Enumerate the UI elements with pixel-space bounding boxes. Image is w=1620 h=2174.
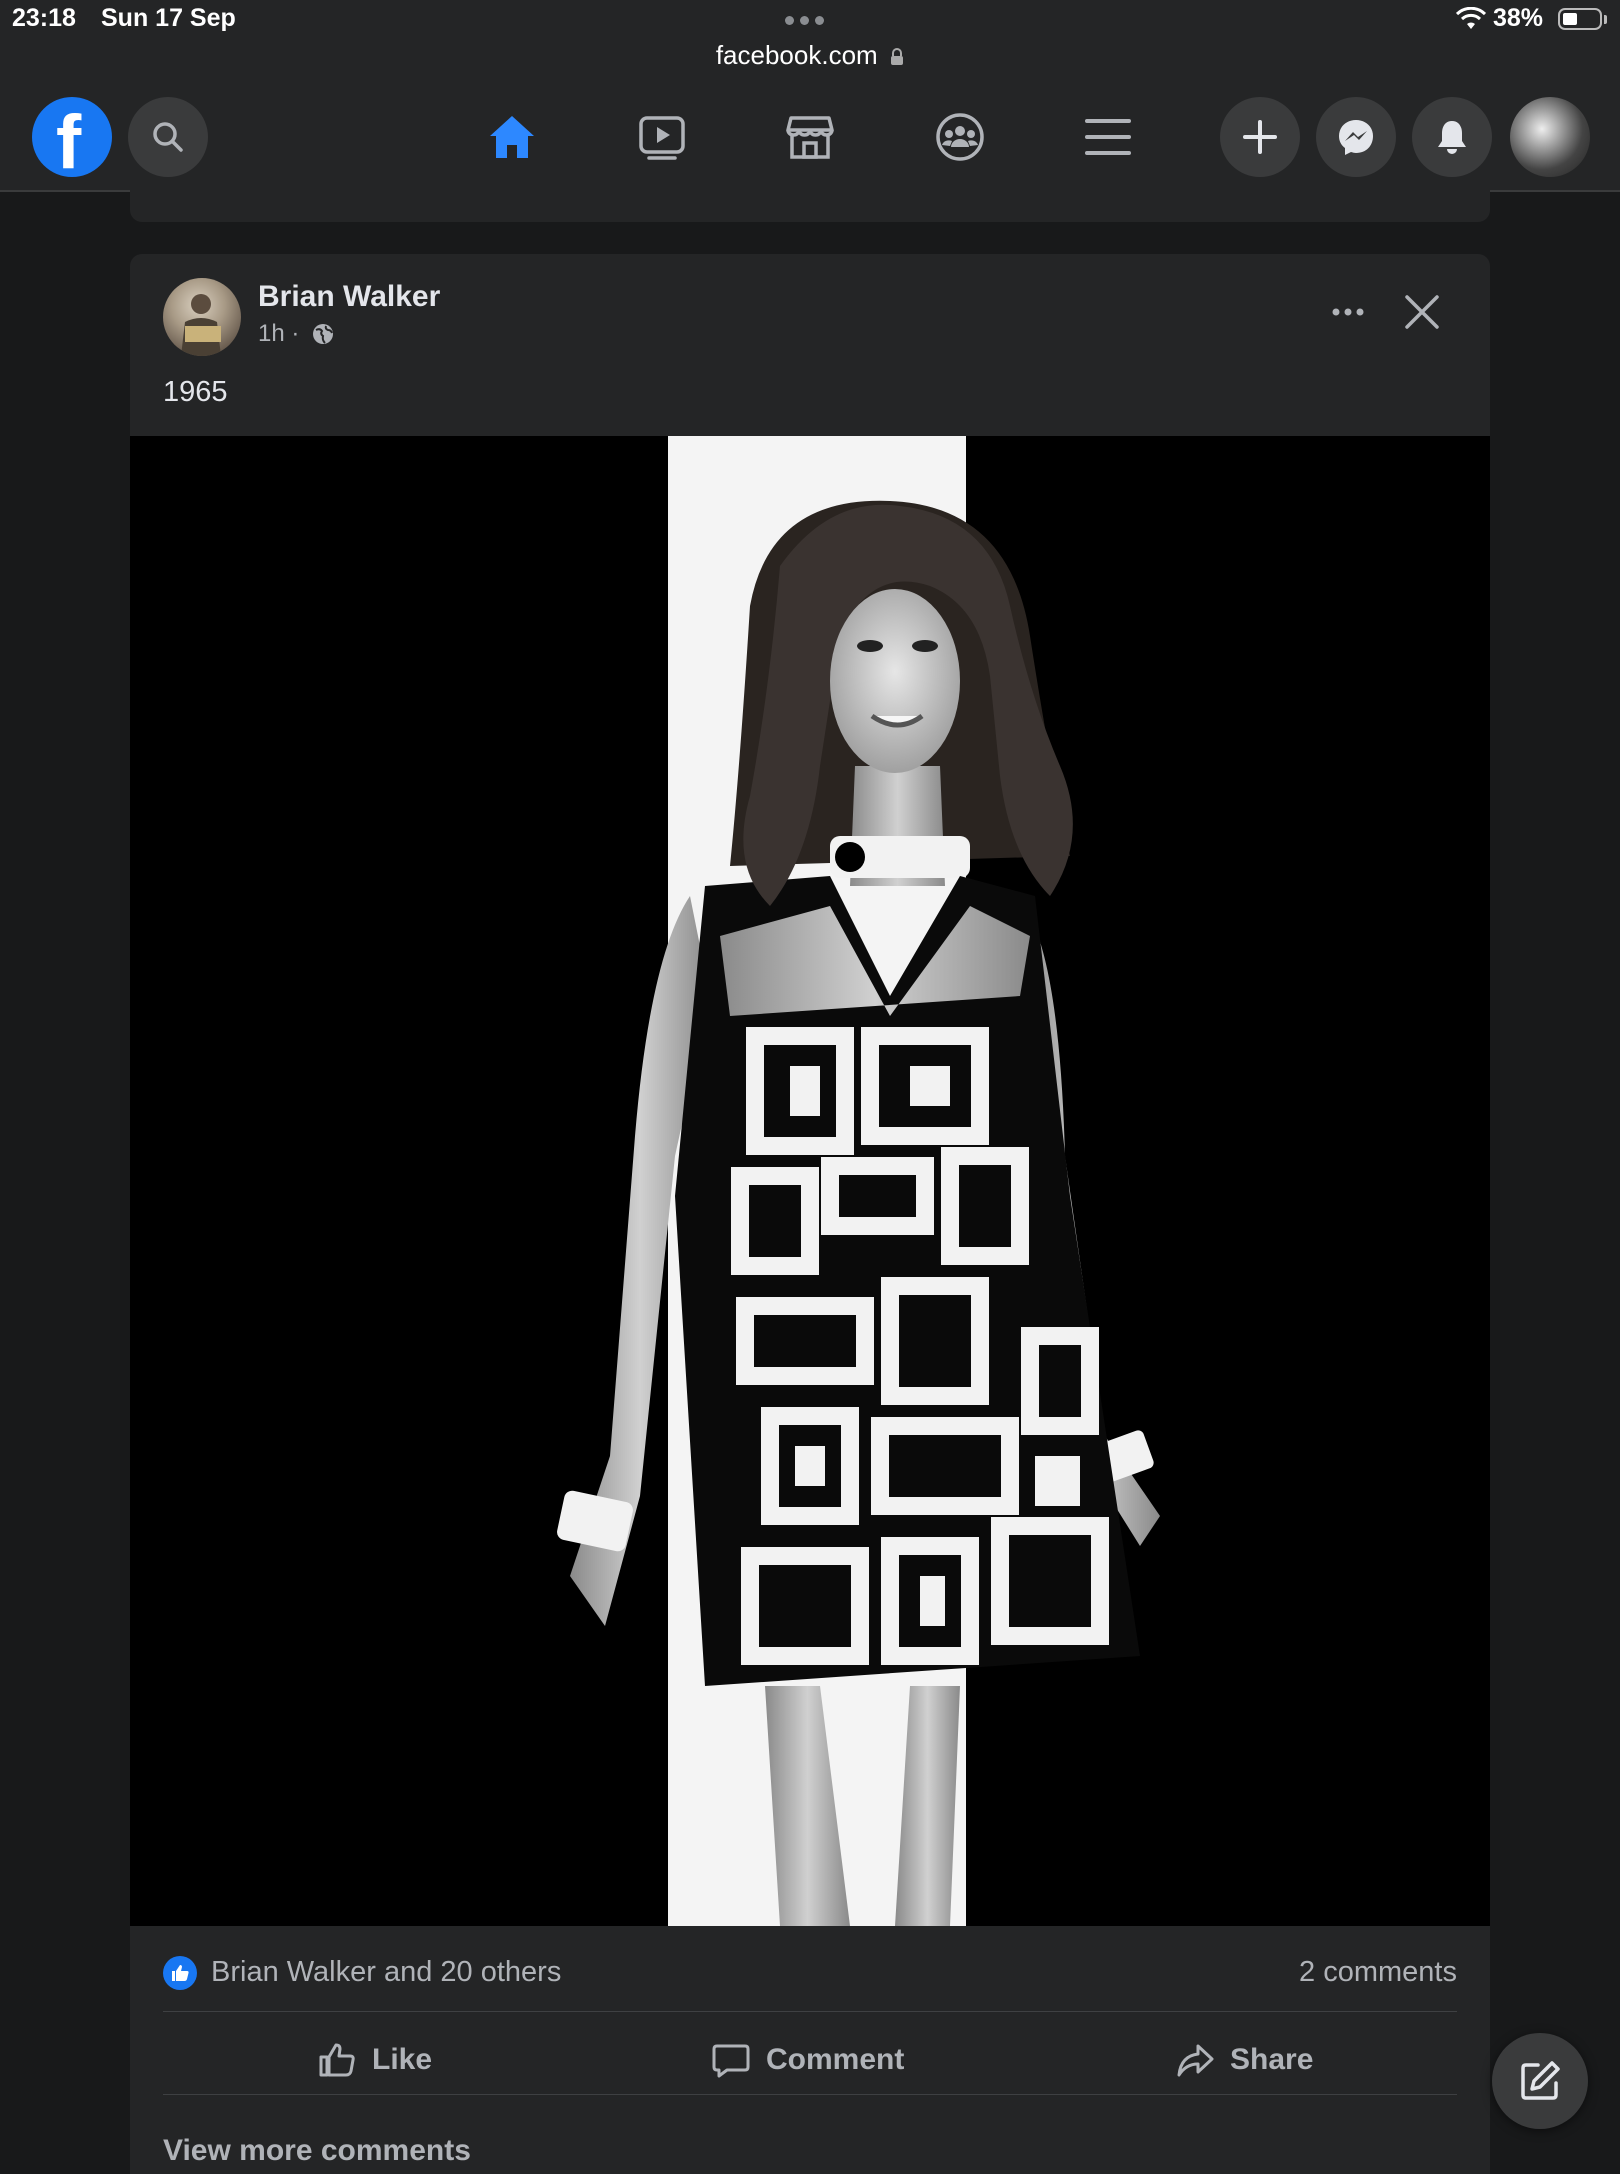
profile-avatar[interactable] (1510, 97, 1590, 177)
plus-icon (1243, 120, 1277, 154)
top-navbar: f (0, 78, 1620, 193)
share-icon (1177, 2044, 1214, 2077)
post-card: Brian Walker 1h · 1965 Brian Walker and … (130, 254, 1490, 2174)
url-bar[interactable]: facebook.com (0, 40, 1620, 78)
status-bar: 23:18 Sun 17 Sep 38% (0, 0, 1620, 44)
globe-icon (313, 324, 334, 344)
like-label: Like (372, 2043, 433, 2076)
search-button[interactable] (128, 97, 208, 177)
author-avatar-image (181, 294, 221, 356)
reactions-text[interactable]: Brian Walker and 20 others (211, 1956, 561, 1989)
lock-icon (891, 48, 904, 65)
author-avatar[interactable] (163, 278, 241, 356)
status-date: Sun 17 Sep (101, 4, 236, 32)
home-icon (490, 116, 534, 158)
share-button[interactable]: Share (1176, 2030, 1313, 2090)
tab-marketplace[interactable] (748, 90, 872, 180)
divider (163, 2011, 1457, 2012)
battery-nub (1604, 15, 1607, 24)
like-reaction-icon (163, 1956, 197, 1990)
view-more-comments-link[interactable]: View more comments (163, 2134, 471, 2168)
post-text: 1965 (163, 376, 228, 408)
tab-home[interactable] (450, 90, 574, 193)
notifications-button[interactable] (1412, 97, 1492, 177)
compose-button[interactable] (1492, 2033, 1588, 2129)
tab-menu[interactable] (1046, 90, 1170, 180)
comment-icon (712, 2044, 750, 2078)
facebook-logo-icon[interactable]: f (32, 97, 112, 185)
share-label: Share (1230, 2043, 1314, 2076)
battery-icon (1558, 8, 1602, 30)
more-options-icon[interactable] (1326, 290, 1370, 334)
post-photo[interactable] (130, 436, 1490, 1926)
post-author-name[interactable]: Brian Walker (258, 280, 440, 314)
shop-icon (786, 116, 834, 159)
tab-watch[interactable] (600, 90, 724, 180)
status-time: 23:18 (12, 4, 76, 32)
comment-label: Comment (766, 2043, 905, 2076)
create-button[interactable] (1220, 97, 1300, 177)
bell-icon (1438, 121, 1466, 154)
post-meta: 1h · (258, 320, 334, 348)
url-text[interactable]: facebook.com (716, 40, 878, 71)
groups-icon (936, 113, 984, 161)
hamburger-menu-icon (1085, 119, 1131, 155)
messenger-icon (1339, 120, 1373, 155)
previous-post-card (130, 180, 1490, 222)
tab-groups[interactable] (898, 90, 1022, 180)
like-button[interactable]: Like (318, 2030, 432, 2090)
post-photo-image (130, 436, 1490, 1926)
close-icon[interactable] (1400, 290, 1444, 334)
meta-separator: · (291, 320, 300, 347)
divider (163, 2094, 1457, 2095)
multitasking-dots-icon[interactable] (785, 12, 831, 25)
comment-button[interactable]: Comment (712, 2030, 904, 2090)
compose-icon (1521, 2061, 1560, 2100)
comments-count[interactable]: 2 comments (1299, 1956, 1457, 1989)
search-icon (153, 122, 183, 152)
like-icon (319, 2043, 355, 2077)
battery-percent: 38% (1493, 4, 1544, 32)
wifi-icon (1456, 7, 1486, 29)
messenger-button[interactable] (1316, 97, 1396, 177)
post-time[interactable]: 1h (258, 320, 285, 347)
video-icon (639, 116, 685, 160)
logo-letter: f (56, 100, 82, 185)
